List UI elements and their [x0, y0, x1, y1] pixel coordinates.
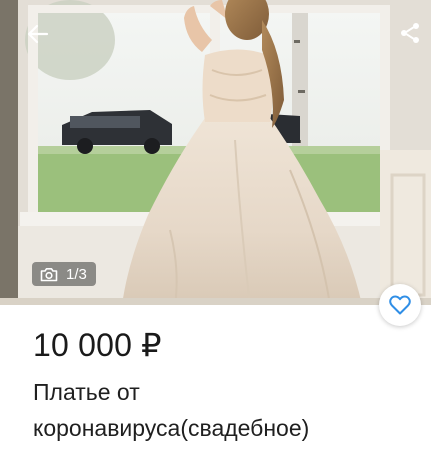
listing-photo[interactable]: 1/3: [0, 0, 431, 305]
listing-card[interactable]: 1/3 10 000 ₽ Платье от коронавируса(свад…: [0, 0, 431, 454]
share-button[interactable]: [395, 18, 425, 48]
wedding-dress-image: [0, 0, 431, 305]
back-button[interactable]: [22, 18, 54, 50]
camera-icon: [40, 267, 58, 282]
photo-counter: 1/3: [32, 262, 96, 286]
heart-outline-icon: [389, 295, 411, 315]
arrow-left-icon: [27, 24, 49, 44]
listing-price: 10 000 ₽: [33, 327, 162, 363]
listing-title[interactable]: Платье от коронавируса(свадебное): [33, 374, 413, 446]
share-icon: [401, 23, 419, 43]
favorite-button[interactable]: [379, 284, 421, 326]
photo-counter-text: 1/3: [66, 265, 87, 283]
